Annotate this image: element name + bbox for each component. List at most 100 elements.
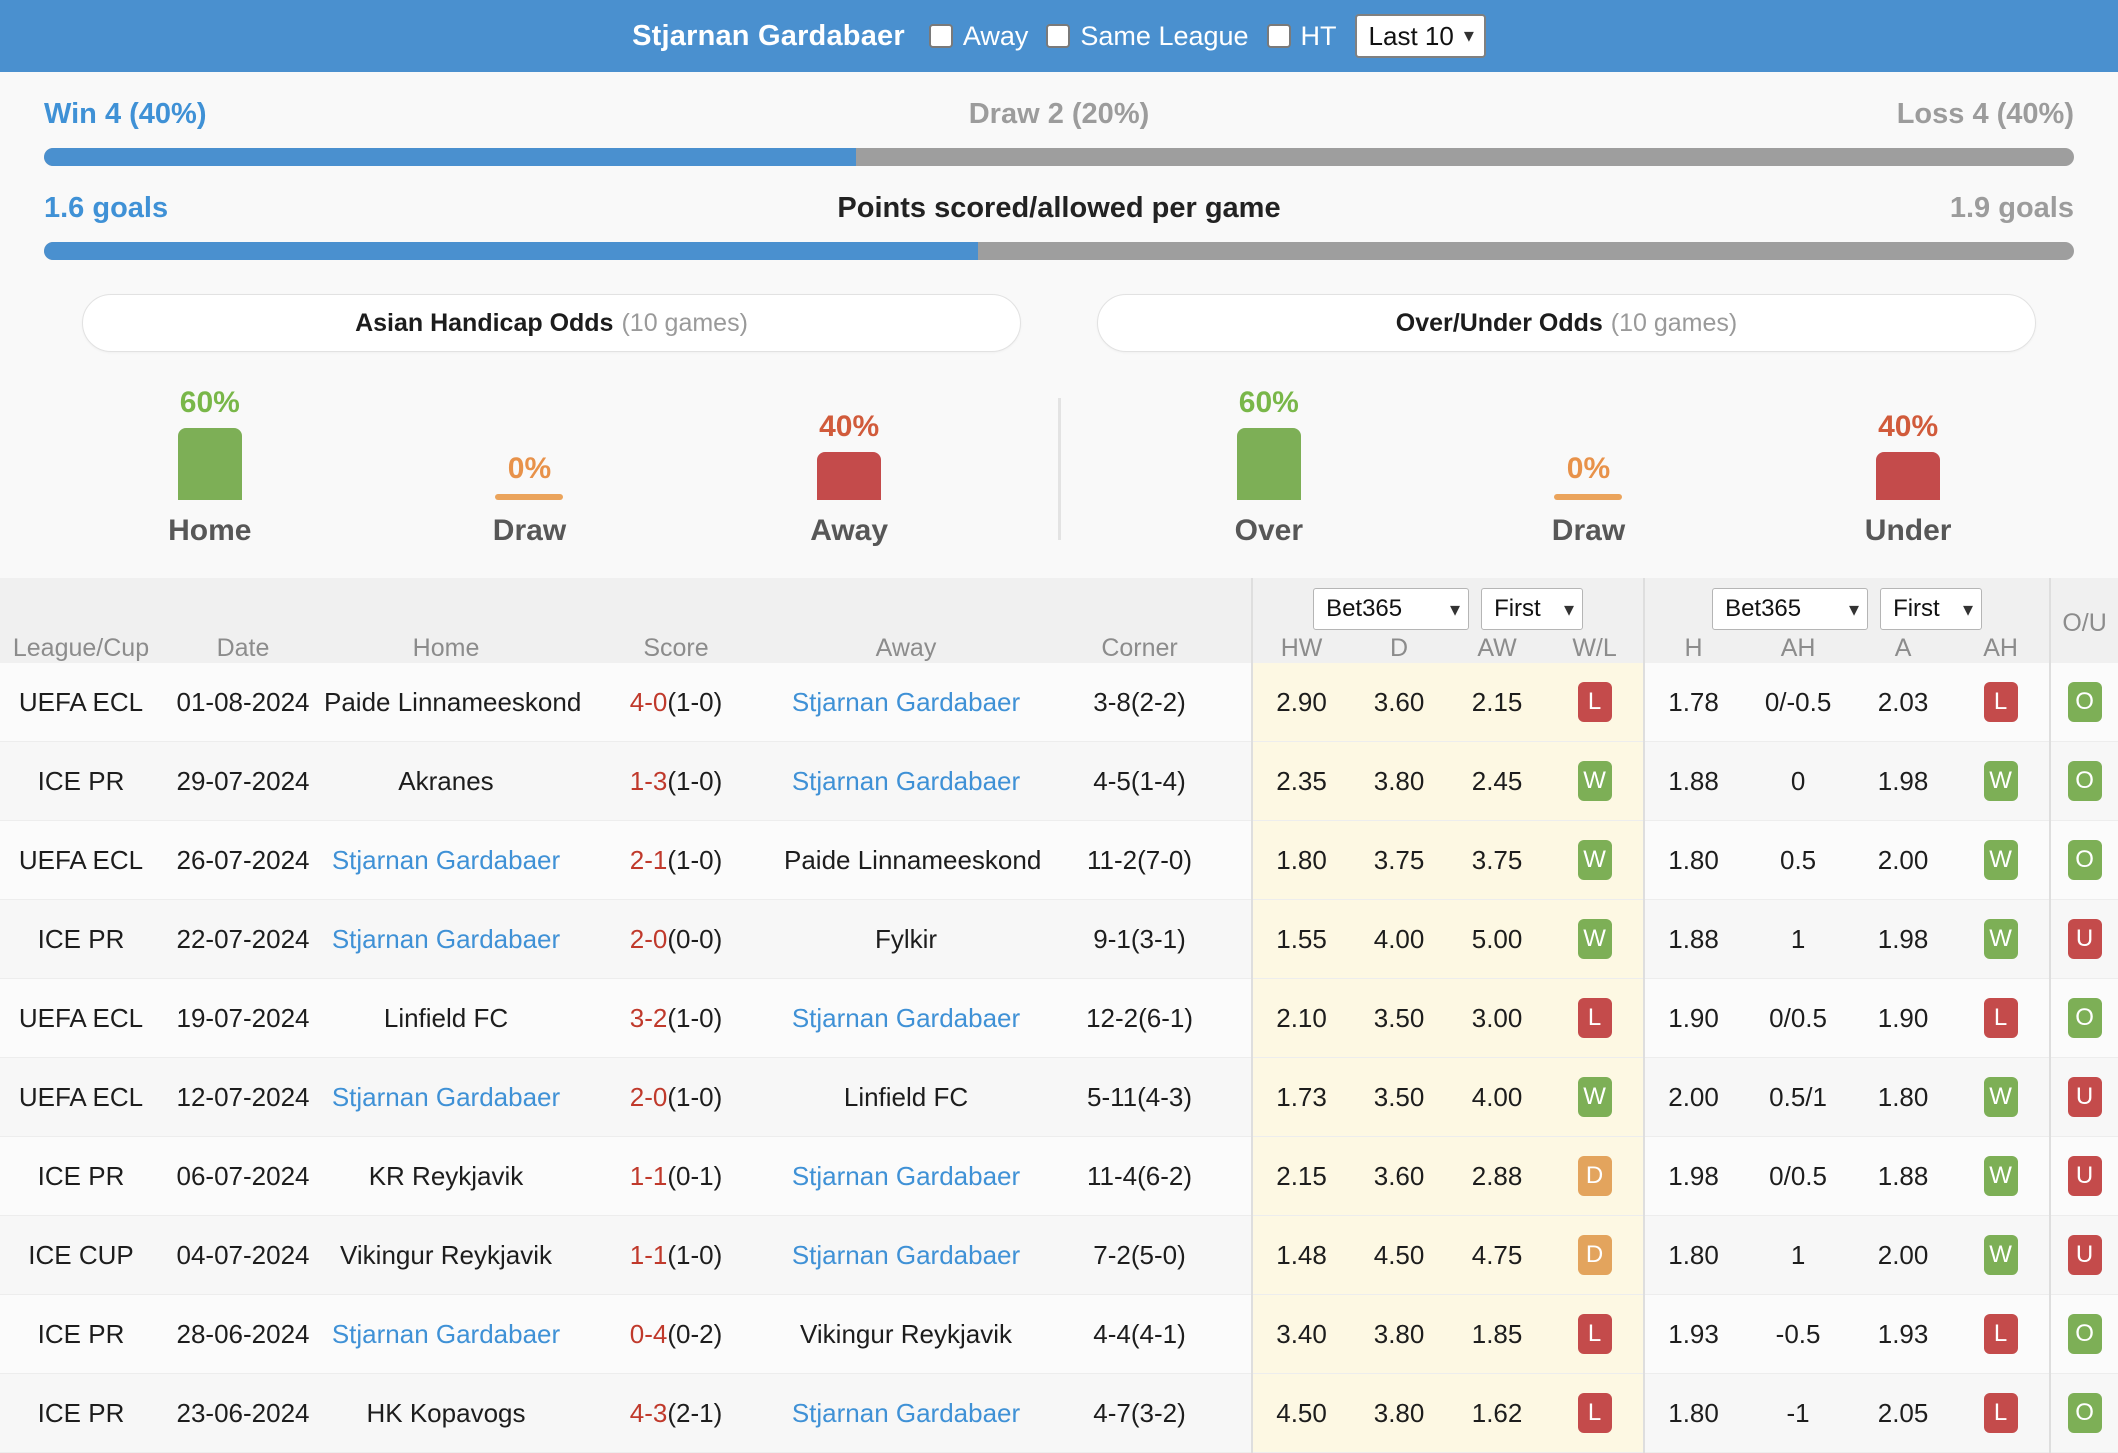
table-row[interactable]: UEFA ECL 19-07-2024 Linfield FC 3-2(1-0) Stj… (0, 978, 2118, 1058)
summary-section: Win 4 (40%) Draw 2 (20%) Loss 4 (40%) 1.… (0, 72, 2118, 286)
cell-home[interactable]: Stjarnan Gardabaer (324, 1294, 568, 1374)
table-row[interactable]: UEFA ECL 12-07-2024 Stjarnan Gardabaer 2-0(… (0, 1057, 2118, 1137)
away-team-name[interactable]: Stjarnan Gardabaer (792, 1003, 1020, 1033)
ou-barshape-over (1236, 428, 1301, 500)
cell-aw: 3.75 (1448, 820, 1547, 900)
bookmaker-select-1[interactable]: Bet365 ▾ (1313, 588, 1470, 630)
ah-barshape-away (817, 452, 882, 500)
cell-d: 4.00 (1350, 899, 1449, 979)
away-team-name[interactable]: Stjarnan Gardabaer (792, 687, 1020, 717)
period-select-2[interactable]: First ▾ (1880, 588, 1983, 630)
win-label: Win 4 (40%) (44, 98, 207, 130)
cell-ah-result: W (1952, 899, 2051, 979)
cell-away[interactable]: Stjarnan Gardabaer (784, 1136, 1028, 1216)
cell-hw: 4.50 (1251, 1373, 1351, 1453)
cell-date: 01-08-2024 (162, 663, 324, 742)
table-row[interactable]: ICE PR 23-06-2024 HK Kopavogs 4-3(2-1) Stjar… (0, 1373, 2118, 1453)
ah-label-draw: Draw (492, 514, 567, 547)
cell-league: UEFA ECL (0, 820, 162, 900)
odds-charts: 60% Home 0% Draw 40% Away 60% Over 0% Draw 40% Und… (0, 376, 2118, 578)
away-team-name[interactable]: Stjarnan Gardabaer (792, 1398, 1020, 1428)
home-team-name[interactable]: Stjarnan Gardabaer (332, 924, 560, 954)
cell-ah-line: 0 (1742, 741, 1855, 821)
cell-ah-line: -0.5 (1742, 1294, 1855, 1374)
table-row[interactable]: ICE CUP 04-07-2024 Vikingur Reykjavik 1-1(1… (0, 1215, 2118, 1295)
status-badge-ah: W (1983, 1156, 2018, 1196)
period-select-1[interactable]: First ▾ (1481, 588, 1584, 630)
away-team-name: Paide Linnameeskond (784, 844, 1042, 875)
home-team-name[interactable]: Stjarnan Gardabaer (332, 1319, 560, 1349)
cell-wl: L (1546, 1294, 1645, 1374)
cell-hw: 2.10 (1251, 978, 1351, 1058)
cell-ah-line: 0.5/1 (1742, 1057, 1855, 1137)
cell-h: 1.80 (1643, 1373, 1743, 1453)
filter-same-league[interactable]: Same League (1046, 20, 1249, 52)
ah-barshape-home (177, 428, 242, 500)
range-select[interactable]: Last 10 ▾ (1354, 14, 1486, 58)
table-row[interactable]: ICE PR 22-07-2024 Stjarnan Gardabaer 2-0(0-… (0, 899, 2118, 979)
table-row[interactable]: ICE PR 29-07-2024 Akranes 1-3(1-0) Stjarnan … (0, 741, 2118, 821)
checkbox-ht-icon[interactable] (1266, 24, 1291, 48)
column-header-date: Date (162, 634, 324, 663)
ah-label-away: Away (810, 514, 889, 547)
column-header-home: Home (324, 634, 568, 663)
cell-away[interactable]: Stjarnan Gardabaer (784, 1373, 1028, 1453)
score-fulltime: 1-3 (629, 765, 668, 796)
cell-a: 2.00 (1854, 1215, 1953, 1295)
cell-away[interactable]: Stjarnan Gardabaer (784, 1215, 1028, 1295)
tab-col-ah: Asian Handicap Odds (10 games) (44, 294, 1059, 352)
tab-over-under-odds[interactable]: Over/Under Odds (10 games) (1097, 294, 2036, 352)
table-row[interactable]: UEFA ECL 26-07-2024 Stjarnan Gardabaer 2-1(… (0, 820, 2118, 900)
filter-away[interactable]: Away (928, 21, 1028, 52)
bookmaker-select-2[interactable]: Bet365 ▾ (1712, 588, 1869, 630)
cell-away: Fylkir (784, 899, 1028, 979)
table-row[interactable]: ICE PR 28-06-2024 Stjarnan Gardabaer 0-4(0-… (0, 1294, 2118, 1374)
table-row[interactable]: ICE PR 06-07-2024 KR Reykjavik 1-1(0-1) Stja… (0, 1136, 2118, 1216)
cell-home[interactable]: Stjarnan Gardabaer (324, 899, 568, 979)
cell-aw: 1.85 (1448, 1294, 1547, 1374)
home-team-name: Vikingur Reykjavik (340, 1239, 552, 1270)
cell-d: 3.50 (1350, 978, 1449, 1058)
away-team-name[interactable]: Stjarnan Gardabaer (792, 1161, 1020, 1191)
cell-a: 1.93 (1854, 1294, 1953, 1374)
checkbox-away-icon[interactable] (928, 24, 953, 48)
ou-bar-over: 60% Over (1169, 386, 1369, 548)
selector-row: Bet365 ▾ First ▾ Bet365 ▾ First ▾ O/U (0, 578, 2118, 663)
checkbox-same-league-icon[interactable] (1046, 24, 1071, 48)
cell-hw: 1.48 (1251, 1215, 1351, 1295)
cell-home[interactable]: Stjarnan Gardabaer (324, 820, 568, 900)
away-team-name[interactable]: Stjarnan Gardabaer (792, 766, 1020, 796)
chevron-down-icon: ▾ (1463, 24, 1474, 47)
score-halftime: (1-0) (667, 765, 723, 796)
cell-away[interactable]: Stjarnan Gardabaer (784, 663, 1028, 742)
cell-ah-line: 0/-0.5 (1742, 663, 1855, 742)
cell-hw: 1.55 (1251, 899, 1351, 979)
cell-home[interactable]: Stjarnan Gardabaer (324, 1057, 568, 1137)
home-team-name[interactable]: Stjarnan Gardabaer (332, 1082, 560, 1112)
cell-date: 29-07-2024 (162, 741, 324, 821)
wdl-stat-row: Win 4 (40%) Draw 2 (20%) Loss 4 (40%) (44, 98, 2074, 166)
cell-date: 26-07-2024 (162, 820, 324, 900)
cell-away[interactable]: Stjarnan Gardabaer (784, 978, 1028, 1058)
away-team-name[interactable]: Stjarnan Gardabaer (792, 1240, 1020, 1270)
filter-same-league-label: Same League (1080, 20, 1249, 51)
home-team-name[interactable]: Stjarnan Gardabaer (332, 845, 560, 875)
cell-league: ICE PR (0, 1294, 162, 1374)
score-halftime: (1-0) (667, 1002, 723, 1033)
tab-asian-handicap-odds[interactable]: Asian Handicap Odds (10 games) (82, 294, 1021, 352)
table-row[interactable]: UEFA ECL 01-08-2024 Paide Linnameeskond 4-0… (0, 663, 2118, 742)
selector-group-ah: Bet365 ▾ First ▾ (1643, 578, 2051, 634)
cell-corner: 11-2(7-0) (1028, 820, 1253, 900)
cell-score: 1-1(1-0) (568, 1215, 784, 1295)
score-halftime: (2-1) (667, 1397, 723, 1428)
cell-score: 0-4(0-2) (568, 1294, 784, 1374)
cell-away[interactable]: Stjarnan Gardabaer (784, 741, 1028, 821)
status-badge-ou: U (2067, 1156, 2102, 1196)
ou-bar-under: 40% Under (1808, 410, 2008, 548)
header-bar: Stjarnan Gardabaer Away Same League HT L… (0, 0, 2118, 72)
cell-hw: 2.15 (1251, 1136, 1351, 1216)
chevron-down-icon: ▾ (1963, 598, 1974, 621)
wdl-bar-track (44, 148, 2074, 166)
filter-ht[interactable]: HT (1266, 21, 1337, 52)
goals-stat-row: 1.6 goals Points scored/allowed per game… (44, 192, 2074, 260)
